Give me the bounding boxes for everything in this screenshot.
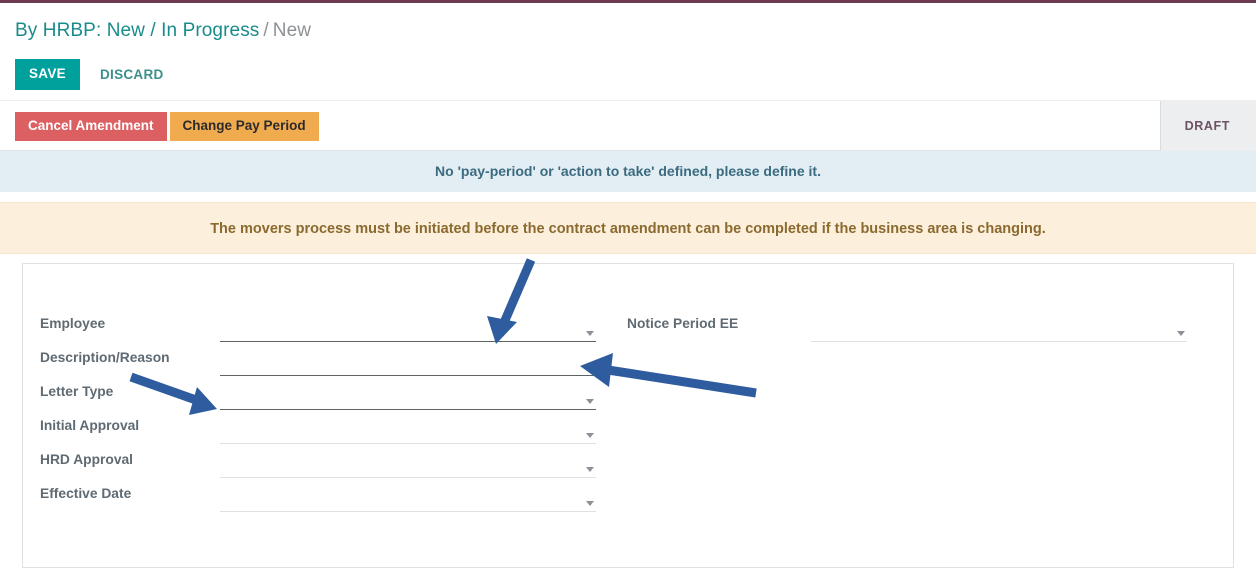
alert-warning-movers-process: The movers process must be initiated bef…	[0, 202, 1256, 254]
field-effective-date: Effective Date	[40, 484, 596, 518]
letter-type-input[interactable]	[220, 382, 596, 410]
form-sheet: Employee Description/Reason Letter Type	[22, 263, 1234, 568]
employee-input[interactable]	[220, 314, 596, 342]
chevron-down-icon[interactable]	[586, 365, 594, 370]
field-hrd-approval: HRD Approval	[40, 450, 596, 484]
field-underline	[220, 408, 596, 410]
field-letter-type: Letter Type	[40, 382, 596, 416]
hrd-approval-input[interactable]	[220, 450, 596, 478]
field-description-reason: Description/Reason	[40, 348, 596, 382]
field-underline	[220, 511, 596, 512]
discard-button[interactable]: DISCARD	[96, 60, 168, 90]
breadcrumb-current: New	[272, 20, 312, 41]
save-button[interactable]: SAVE	[15, 59, 80, 90]
field-label-letter-type: Letter Type	[40, 384, 114, 399]
breadcrumb-separator: /	[263, 20, 269, 41]
breadcrumb-root-link[interactable]: By HRBP: New / In Progress	[15, 20, 259, 41]
field-label-hrd-approval: HRD Approval	[40, 452, 134, 467]
breadcrumb: By HRBP: New / In Progress / New	[15, 17, 311, 44]
cancel-amendment-button[interactable]: Cancel Amendment	[15, 112, 167, 141]
field-employee: Employee	[40, 314, 596, 348]
field-notice-period-ee: Notice Period EE	[627, 314, 1187, 348]
field-label-employee: Employee	[40, 316, 106, 331]
initial-approval-input[interactable]	[220, 416, 596, 444]
workflow-button-group: Cancel Amendment Change Pay Period	[15, 112, 319, 141]
field-underline	[220, 443, 596, 444]
field-underline	[811, 341, 1187, 342]
description-reason-input[interactable]	[220, 348, 596, 376]
chevron-down-icon[interactable]	[586, 433, 594, 438]
stage-indicator: DRAFT	[1159, 101, 1256, 151]
field-underline	[220, 340, 596, 342]
field-label-initial-approval: Initial Approval	[40, 418, 140, 433]
form-column-right: Notice Period EE	[627, 314, 1187, 348]
field-underline	[220, 477, 596, 478]
change-pay-period-button[interactable]: Change Pay Period	[169, 112, 319, 141]
form-column-left: Employee Description/Reason Letter Type	[40, 314, 596, 518]
effective-date-input[interactable]	[220, 484, 596, 512]
field-label-effective-date: Effective Date	[40, 486, 132, 501]
alert-info-pay-period: No 'pay-period' or 'action to take' defi…	[0, 151, 1256, 192]
chevron-down-icon[interactable]	[586, 399, 594, 404]
chevron-down-icon[interactable]	[586, 331, 594, 336]
status-badge-draft[interactable]: DRAFT	[1159, 101, 1256, 151]
top-accent-rule	[0, 0, 1256, 3]
statusbar: Cancel Amendment Change Pay Period DRAFT	[0, 100, 1256, 151]
field-underline	[220, 374, 596, 376]
field-label-notice-period-ee: Notice Period EE	[627, 316, 739, 331]
chevron-down-icon[interactable]	[586, 467, 594, 472]
field-initial-approval: Initial Approval	[40, 416, 596, 450]
chevron-down-icon[interactable]	[586, 501, 594, 506]
field-label-description-reason: Description/Reason	[40, 350, 170, 365]
chevron-down-icon[interactable]	[1177, 331, 1185, 336]
notice-period-ee-input[interactable]	[811, 314, 1187, 342]
record-action-row: SAVE DISCARD	[15, 59, 168, 90]
